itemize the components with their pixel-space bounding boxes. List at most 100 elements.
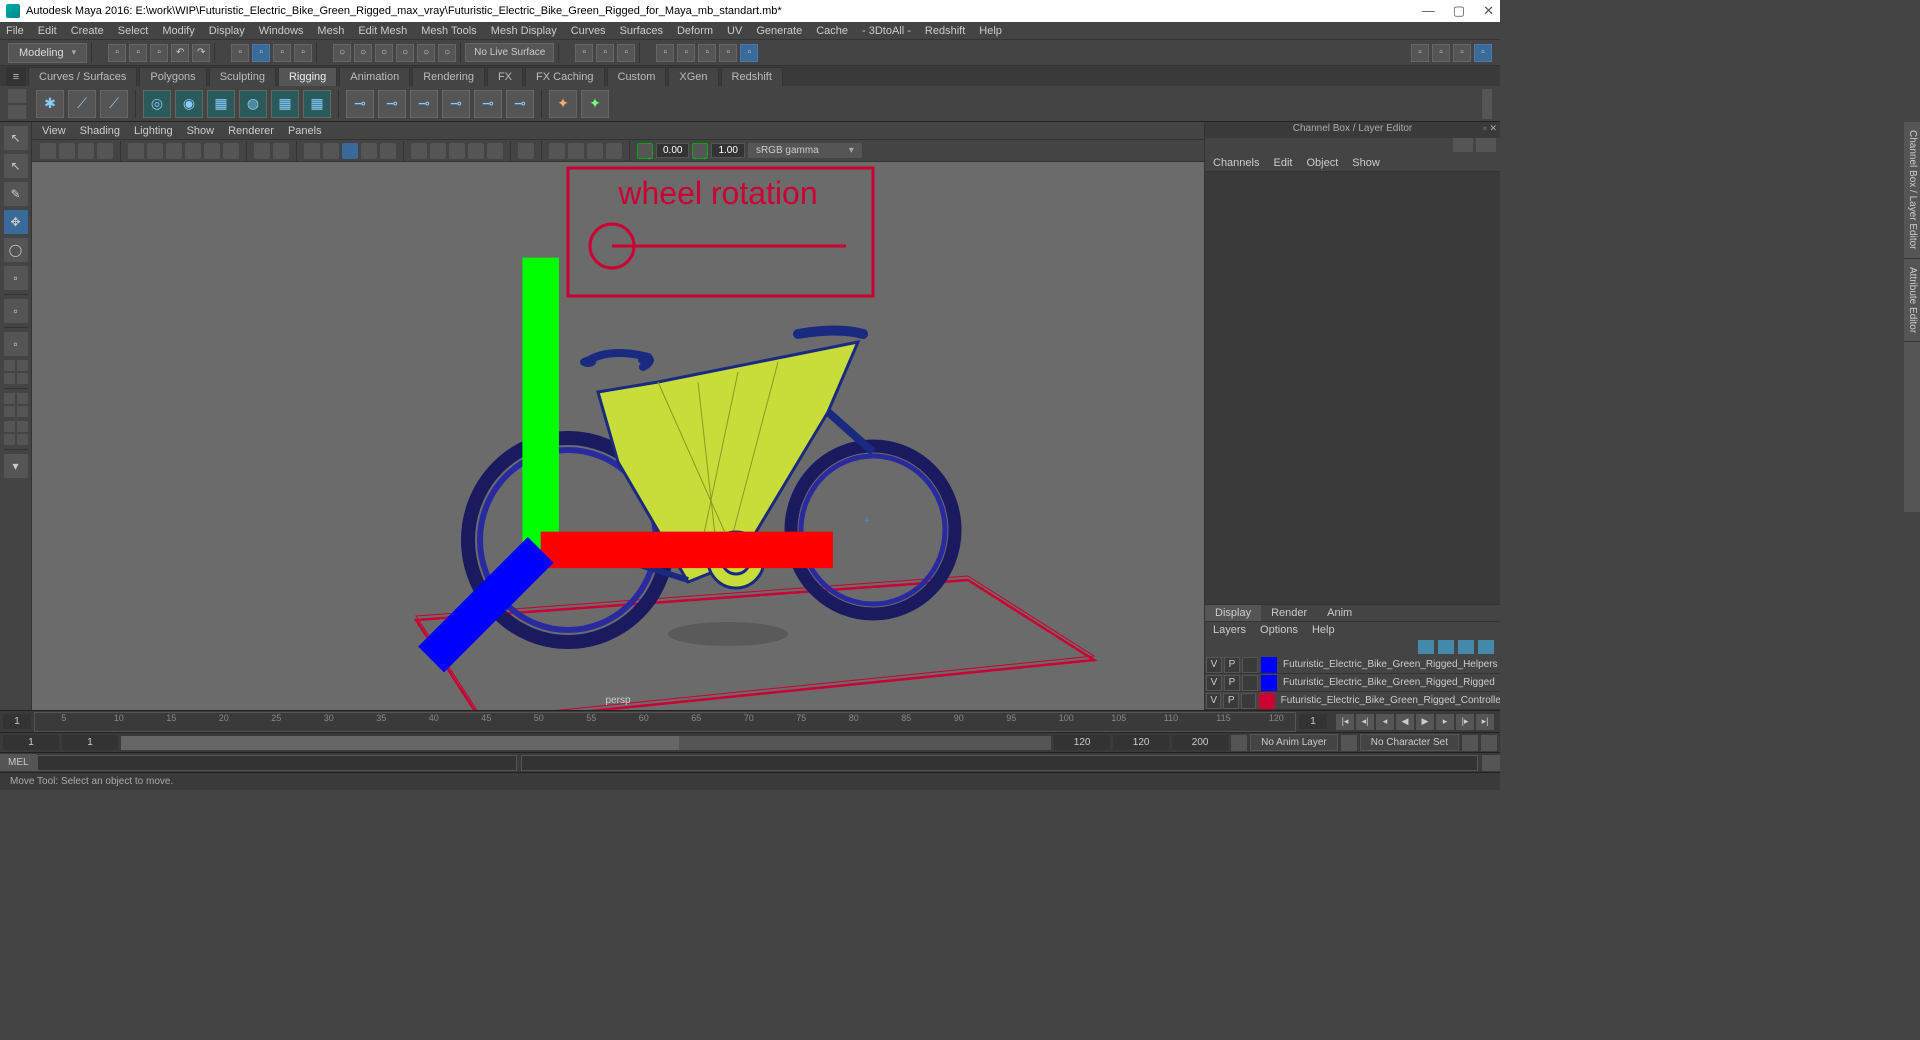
vpmenu-shading[interactable]: Shading [80,125,120,137]
vp-icon[interactable] [380,143,396,159]
vp-icon[interactable] [204,143,220,159]
minimize-button[interactable]: — [1422,3,1435,19]
range-button[interactable] [1341,735,1357,751]
skin-bind-icon[interactable]: ◎ [143,90,171,118]
undo-icon[interactable]: ↶ [171,44,189,62]
layermenu-options[interactable]: Options [1260,624,1298,636]
menu-dtoall[interactable]: - 3DtoAll - [862,25,911,37]
layout-icon[interactable] [4,360,15,371]
layer-color-swatch[interactable] [1261,675,1277,691]
shelf-tab-fx[interactable]: FX [487,67,523,86]
menu-help[interactable]: Help [979,25,1002,37]
paint-select-tool[interactable]: ✎ [4,182,28,206]
vpmenu-renderer[interactable]: Renderer [228,125,274,137]
vp-icon[interactable] [692,143,708,159]
vp-icon[interactable] [78,143,94,159]
vp-icon[interactable] [637,143,653,159]
constraint-icon[interactable]: ⊸ [474,90,502,118]
vp-icon[interactable] [568,143,584,159]
paint-weights-icon[interactable]: ◍ [239,90,267,118]
step-forward-button[interactable]: ▸ [1436,714,1454,730]
side-tab-channelbox[interactable]: Channel Box / Layer Editor [1904,122,1920,259]
lasso-tool[interactable]: ↖ [4,154,28,178]
close-button[interactable]: ✕ [1483,3,1494,19]
layer-action-icon[interactable] [1418,640,1434,654]
character-set-selector[interactable]: No Character Set [1360,734,1459,751]
layout-icon[interactable] [4,434,15,445]
history-icon[interactable]: ▫ [617,44,635,62]
viewport-persp[interactable]: wheel rotation [32,162,1204,710]
vp-icon[interactable] [323,143,339,159]
select-mode-icon[interactable]: ▫ [231,44,249,62]
range-button[interactable] [1481,735,1497,751]
redo-icon[interactable]: ↷ [192,44,210,62]
render-icon[interactable]: ▫ [677,44,695,62]
humanik-icon[interactable]: ✦ [549,90,577,118]
shelf-toggle-icon[interactable] [8,105,26,119]
layer-row[interactable]: VPFuturistic_Electric_Bike_Green_Rigged_… [1205,656,1500,674]
fps-field[interactable]: 200 [1172,735,1228,750]
layer-playback-toggle[interactable]: P [1224,675,1240,691]
vp-icon[interactable] [128,143,144,159]
shelf-tab-redshift[interactable]: Redshift [721,67,783,86]
paint-weights-icon[interactable]: ▦ [207,90,235,118]
menu-select[interactable]: Select [118,25,149,37]
range-button[interactable] [1462,735,1478,751]
vp-icon[interactable] [254,143,270,159]
rotate-tool[interactable]: ◯ [4,238,28,262]
close-panel-icon[interactable]: ✕ [1489,123,1497,134]
live-surface-selector[interactable]: No Live Surface [465,43,554,62]
file-save-icon[interactable]: ▫ [150,44,168,62]
render-icon[interactable]: ▫ [740,44,758,62]
shelf-tab-custom[interactable]: Custom [607,67,667,86]
vp-icon[interactable] [273,143,289,159]
paint-weights-icon[interactable]: ▦ [271,90,299,118]
cbmenu-show[interactable]: Show [1352,157,1380,169]
layer-tab-render[interactable]: Render [1261,605,1317,621]
vp-icon[interactable] [59,143,75,159]
cbmenu-channels[interactable]: Channels [1213,157,1259,169]
humanik-icon[interactable]: ✦ [581,90,609,118]
command-input[interactable] [37,755,517,771]
vp-icon[interactable] [304,143,320,159]
range-slider-track[interactable] [121,736,1051,750]
range-end[interactable]: 120 [1113,735,1169,750]
render-icon[interactable]: ▫ [698,44,716,62]
skin-bind-icon[interactable]: ◉ [175,90,203,118]
vp-icon[interactable] [342,143,358,159]
step-forward-key-button[interactable]: |▸ [1456,714,1474,730]
menu-modify[interactable]: Modify [162,25,194,37]
layer-tab-anim[interactable]: Anim [1317,605,1362,621]
menu-windows[interactable]: Windows [259,25,304,37]
playback-start[interactable]: 1 [62,735,118,750]
layermenu-layers[interactable]: Layers [1213,624,1246,636]
layout-icon[interactable]: ▫ [1453,44,1471,62]
menu-create[interactable]: Create [71,25,104,37]
select-mode-active-icon[interactable]: ▫ [252,44,270,62]
go-end-button[interactable]: ▸| [1476,714,1494,730]
history-icon[interactable]: ▫ [596,44,614,62]
render-icon[interactable]: ▫ [656,44,674,62]
shelf-tab-rendering[interactable]: Rendering [412,67,485,86]
menu-cache[interactable]: Cache [816,25,848,37]
layer-playback-toggle[interactable]: P [1224,657,1240,673]
layer-vis-toggle[interactable]: V [1206,675,1222,691]
snap-icon[interactable]: ○ [417,44,435,62]
time-slider[interactable]: 1 51015202530354045505560657075808590951… [0,710,1500,732]
maximize-button[interactable]: ▢ [1453,3,1465,19]
select-tool[interactable]: ↖ [4,126,28,150]
layout-icon[interactable]: ▫ [1411,44,1429,62]
constraint-icon[interactable]: ⊸ [442,90,470,118]
layer-vis-toggle[interactable]: V [1206,693,1221,709]
layer-vis-toggle[interactable]: V [1206,657,1222,673]
play-forward-button[interactable]: ▶ [1416,714,1434,730]
snap-icon[interactable]: ○ [375,44,393,62]
constraint-icon[interactable]: ⊸ [378,90,406,118]
menu-mesh[interactable]: Mesh [317,25,344,37]
undock-icon[interactable]: ▫ [1483,123,1486,134]
menu-generate[interactable]: Generate [756,25,802,37]
menu-editmesh[interactable]: Edit Mesh [358,25,407,37]
script-editor-button[interactable] [1482,755,1500,771]
snap-icon[interactable]: ○ [354,44,372,62]
constraint-icon[interactable]: ⊸ [346,90,374,118]
